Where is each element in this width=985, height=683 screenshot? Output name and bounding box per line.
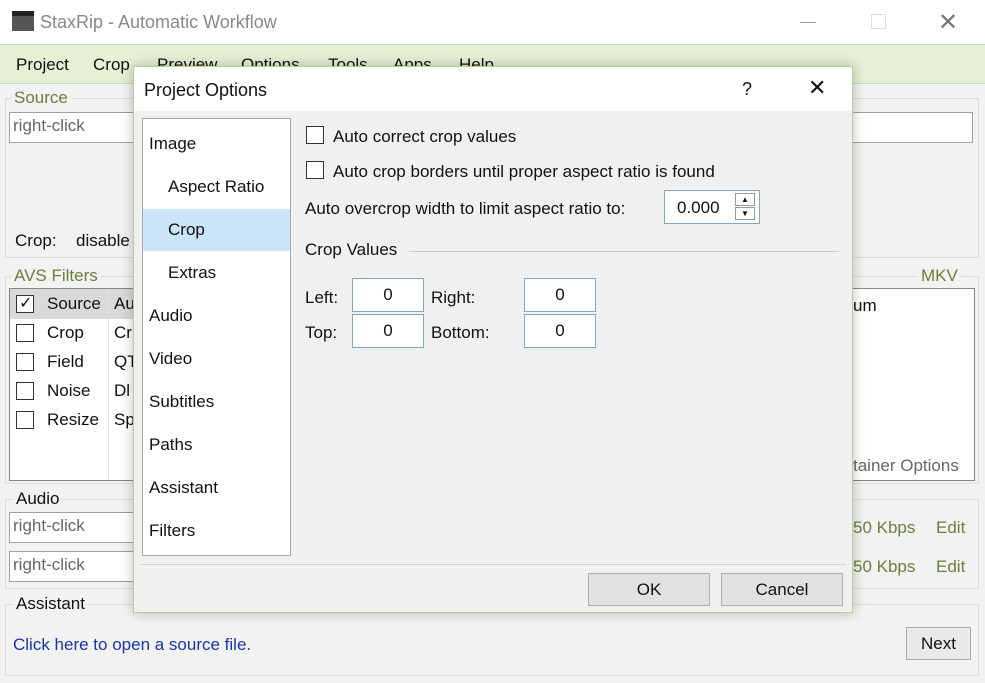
title-bar: StaxRip - Automatic Workflow ✕ <box>0 0 985 44</box>
overcrop-label: Auto overcrop width to limit aspect rati… <box>305 199 626 218</box>
project-options-dialog: Project Options ? ✕ Image Aspect Ratio Cro… <box>133 66 853 613</box>
crop-values-heading: Crop Values <box>305 240 398 259</box>
audio-bitrate-1[interactable]: 50 Kbps <box>853 518 915 538</box>
dialog-close-icon[interactable]: ✕ <box>808 75 826 101</box>
nav-item[interactable]: Filters <box>143 510 290 552</box>
footer-divider <box>140 564 846 565</box>
assistant-label: Assistant <box>13 594 88 614</box>
audio-input-1[interactable]: right-click <box>9 512 139 543</box>
filter-checkbox[interactable] <box>16 324 34 342</box>
audio-input-2[interactable]: right-click <box>9 551 139 582</box>
minimize-button[interactable] <box>800 22 816 23</box>
source-placeholder: right-click <box>13 116 85 135</box>
crop-label: Crop: <box>15 231 57 250</box>
nav-item[interactable]: Extras <box>143 252 290 294</box>
top-input[interactable]: 0 <box>352 314 424 348</box>
nav-item[interactable]: Video <box>143 338 290 380</box>
filter-name: Field <box>47 352 84 371</box>
audio-label: Audio <box>13 489 63 509</box>
container-text: um <box>853 296 877 315</box>
nav-item[interactable]: Assistant <box>143 467 290 509</box>
filter-name: Crop <box>47 323 84 342</box>
container-options-link[interactable]: tainer Options <box>853 456 959 476</box>
left-input[interactable]: 0 <box>352 278 424 312</box>
filter-checkbox[interactable] <box>16 382 34 400</box>
audio-placeholder-2: right-click <box>13 555 85 574</box>
ok-button[interactable]: OK <box>588 573 710 606</box>
close-button[interactable]: ✕ <box>938 8 958 37</box>
container-label: MKV <box>918 266 961 286</box>
audio-placeholder-1: right-click <box>13 516 85 535</box>
right-input[interactable]: 0 <box>524 278 596 312</box>
audio-edit-1[interactable]: Edit <box>936 518 965 538</box>
nav-item[interactable]: Subtitles <box>143 381 290 423</box>
menu-crop[interactable]: Crop <box>93 55 130 75</box>
audio-edit-2[interactable]: Edit <box>936 557 965 577</box>
bottom-label: Bottom: <box>431 323 490 342</box>
auto-correct-checkbox[interactable] <box>306 126 324 144</box>
menu-project[interactable]: Project <box>16 55 69 75</box>
bottom-input[interactable]: 0 <box>524 314 596 348</box>
help-button[interactable]: ? <box>742 79 752 100</box>
divider <box>409 251 839 252</box>
source-label: Source <box>11 88 71 108</box>
container-box[interactable] <box>840 288 975 481</box>
open-source-link[interactable]: Click here to open a source file. <box>13 635 251 655</box>
filter-name: Source <box>47 294 101 313</box>
options-nav-list[interactable]: Image Aspect Ratio Crop Extras Audio Video Sub… <box>142 118 291 556</box>
top-label: Top: <box>305 323 338 342</box>
nav-item[interactable]: Audio <box>143 295 290 337</box>
next-button[interactable]: Next <box>906 627 971 660</box>
stepper-up-icon[interactable]: ▲ <box>735 193 755 206</box>
dialog-title-bar: Project Options ? ✕ <box>134 67 852 111</box>
nav-item[interactable]: Paths <box>143 424 290 466</box>
auto-crop-checkbox[interactable] <box>306 161 324 179</box>
audio-bitrate-2[interactable]: 50 Kbps <box>853 557 915 577</box>
checkmark-icon: ✓ <box>19 295 33 312</box>
right-label: Right: <box>431 288 476 307</box>
filter-name: Resize <box>47 410 99 429</box>
filter-checkbox[interactable] <box>16 411 34 429</box>
nav-item[interactable]: Crop <box>143 209 290 251</box>
overcrop-value: 0.000 <box>677 198 720 217</box>
nav-item[interactable]: Aspect Ratio <box>143 166 290 208</box>
cancel-button[interactable]: Cancel <box>721 573 843 606</box>
auto-crop-label: Auto crop borders until proper aspect ra… <box>333 162 715 181</box>
filter-name: Noise <box>47 381 91 400</box>
crop-value: disable <box>76 231 130 250</box>
overcrop-stepper[interactable]: 0.000 ▲ ▼ <box>664 190 760 224</box>
avs-filters-label: AVS Filters <box>11 266 101 286</box>
nav-item[interactable]: Image <box>143 123 290 165</box>
app-icon <box>12 11 34 31</box>
filter-checkbox[interactable] <box>16 353 34 371</box>
window-title: StaxRip - Automatic Workflow <box>40 12 277 32</box>
stepper-down-icon[interactable]: ▼ <box>735 207 755 220</box>
filter-checkbox[interactable]: ✓ <box>16 295 34 313</box>
dialog-title: Project Options <box>144 80 268 100</box>
maximize-button[interactable] <box>871 14 886 29</box>
auto-correct-label: Auto correct crop values <box>333 127 517 146</box>
left-label: Left: <box>305 288 339 307</box>
